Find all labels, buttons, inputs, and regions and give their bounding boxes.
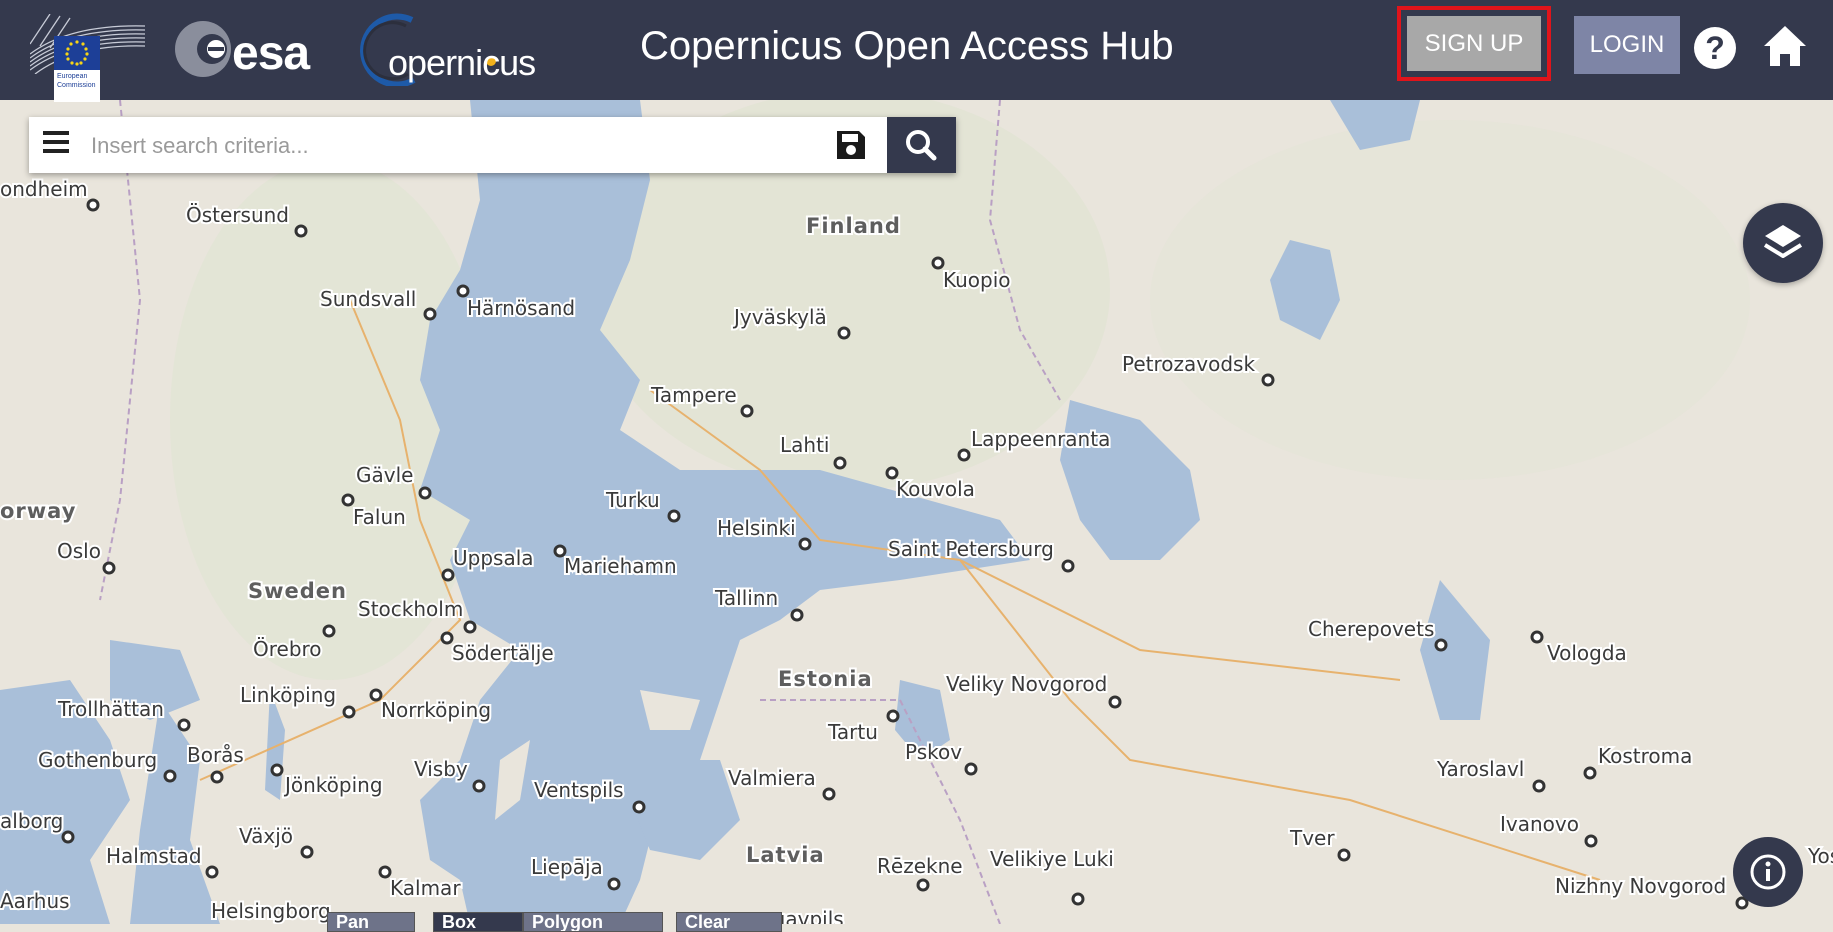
map-canvas[interactable]: Finland Sweden Estonia Latvia orway ondh… — [0, 100, 1833, 924]
city-label: Liepāja — [531, 855, 603, 879]
copernicus-logo-text: opernicus — [388, 42, 536, 83]
pan-button[interactable]: Pan — [327, 912, 415, 932]
country-label: Sweden — [248, 579, 347, 603]
city-label: Kouvola — [896, 477, 975, 501]
city-label: Jönköping — [283, 773, 383, 797]
city-label: Oslo — [57, 539, 101, 563]
page-title: Copernicus Open Access Hub — [640, 24, 1174, 68]
city-label: Norrköping — [381, 698, 491, 722]
ec-logo-text: European Commission — [54, 70, 100, 102]
copernicus-logo: opernicus — [354, 12, 564, 86]
polygon-button[interactable]: Polygon — [523, 912, 663, 932]
city-label: Saint Petersburg — [888, 537, 1054, 561]
city-label: Ivanovo — [1500, 812, 1579, 836]
city-label: Trollhättan — [57, 697, 164, 721]
city-label: Östersund — [186, 203, 289, 227]
city-label: alborg — [0, 809, 63, 833]
search-input[interactable] — [89, 125, 853, 167]
city-label: Rēzekne — [877, 854, 963, 878]
city-label: Ventspils — [534, 778, 624, 802]
city-label: Lappeenranta — [971, 427, 1110, 451]
city-label: Mariehamn — [564, 554, 677, 578]
box-button[interactable]: Box — [433, 912, 523, 932]
city-label: Sundsvall — [320, 287, 416, 311]
city-label: Velikiye Luki — [990, 847, 1114, 871]
city-label: Uppsala — [453, 546, 534, 570]
city-label: Tartu — [827, 720, 878, 744]
city-label: Turku — [605, 488, 660, 512]
signup-button[interactable]: SIGN UP — [1407, 16, 1541, 71]
city-label: Halmstad — [106, 844, 202, 868]
city-label: Vologda — [1547, 641, 1627, 665]
city-label: Kostroma — [1598, 744, 1692, 768]
city-label: Petrozavodsk — [1122, 352, 1255, 376]
country-label: Finland — [806, 214, 901, 238]
esa-logo-text: esa — [232, 27, 310, 80]
city-label: Borås — [187, 743, 244, 767]
city-label: Cherepovets — [1308, 617, 1434, 641]
city-label: Jyväskylä — [732, 305, 827, 329]
layers-icon — [1763, 225, 1803, 258]
search-bar — [29, 117, 956, 173]
eu-flag-icon — [54, 36, 100, 70]
city-label: Aarhus — [0, 889, 70, 913]
city-label: Gothenburg — [38, 748, 157, 772]
city-label: Linköping — [240, 683, 336, 707]
country-label: Latvia — [746, 843, 825, 867]
city-label: Örebro — [253, 637, 322, 661]
city-label: Kalmar — [390, 876, 461, 900]
city-label: Växjö — [239, 824, 293, 848]
city-label: ondheim — [0, 177, 88, 201]
city-label: Falun — [353, 505, 406, 529]
login-button[interactable]: LOGIN — [1574, 16, 1680, 74]
city-label: Veliky Novgorod — [946, 672, 1107, 696]
country-label: Estonia — [778, 667, 873, 691]
city-label: Yaroslavl — [1436, 757, 1524, 781]
city-label: Gävle — [356, 463, 413, 487]
esa-logo: esa — [172, 18, 337, 80]
city-label: Pskov — [905, 740, 962, 764]
clear-button[interactable]: Clear — [676, 912, 782, 932]
home-icon[interactable] — [1762, 24, 1808, 68]
header-bar: European Commission esa opernicus Copern… — [0, 0, 1833, 102]
city-label: Stockholm — [358, 597, 463, 621]
city-label: Valmiera — [728, 766, 816, 790]
help-icon[interactable]: ? — [1694, 27, 1736, 69]
info-icon — [1750, 854, 1786, 890]
city-label: Härnösand — [467, 296, 575, 320]
hamburger-menu-icon[interactable] — [43, 131, 69, 159]
city-label: Helsinki — [717, 516, 796, 540]
city-label: Tallinn — [714, 586, 778, 610]
city-label: Nizhny Novgorod — [1555, 874, 1726, 898]
city-label: Yos — [1807, 844, 1833, 868]
info-button[interactable] — [1733, 837, 1803, 907]
city-label: Tver — [1289, 826, 1335, 850]
city-label: Lahti — [780, 433, 829, 457]
city-label: Tampere — [650, 383, 737, 407]
city-label: Visby — [414, 757, 468, 781]
european-commission-logo: European Commission — [30, 14, 145, 102]
layers-button[interactable] — [1743, 203, 1823, 283]
city-label: Kuopio — [943, 268, 1011, 292]
save-icon[interactable] — [835, 129, 867, 161]
search-button[interactable] — [887, 117, 956, 173]
city-label: Södertälje — [452, 641, 554, 665]
country-label: orway — [0, 499, 76, 523]
city-label: Helsingborg — [211, 899, 331, 923]
